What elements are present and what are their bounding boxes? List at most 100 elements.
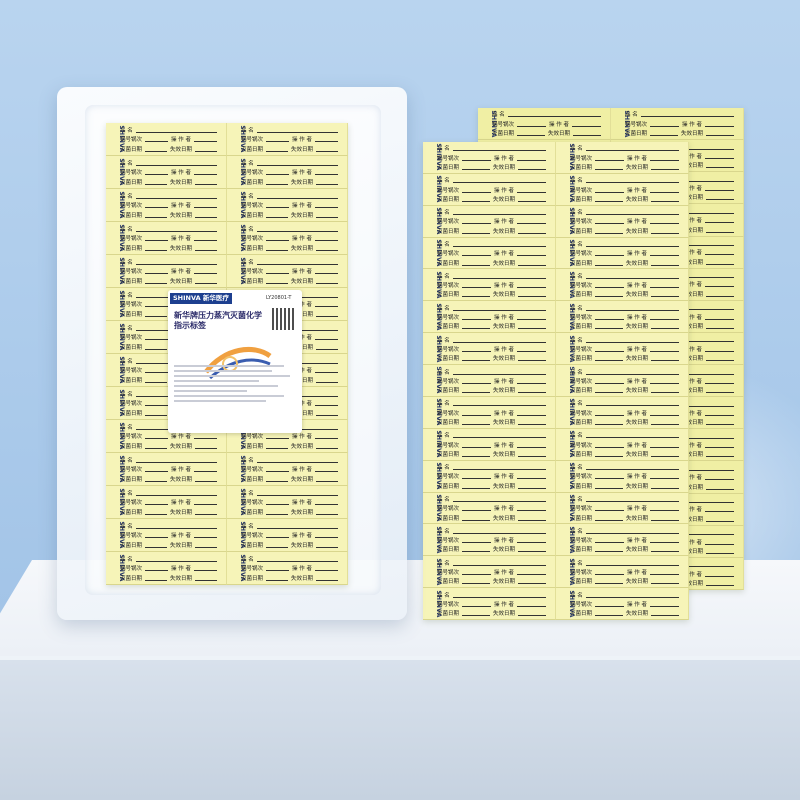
label-field: 品 名 (437, 242, 450, 249)
label-field: 操 作 者 (494, 601, 515, 608)
label-field: 品 名 (437, 592, 450, 599)
label-field: 灭菌日期 (437, 611, 460, 618)
label-blank-line (452, 246, 546, 248)
label-blank-line (316, 480, 338, 482)
label-blank-line (256, 164, 338, 166)
label-blank-line (266, 216, 288, 218)
label-blank-line (266, 513, 288, 515)
label-row: 品 名 (241, 456, 341, 464)
label-row: 灭菌日期 失效日期 (120, 145, 220, 153)
label-row: 灭菌日期 失效日期 (570, 290, 682, 298)
label-blank-line (706, 263, 734, 265)
label-field: 操 作 者 (171, 269, 192, 276)
product-photo: SHINVA 品 名锅号锅次操 作 者灭菌日期 失效日期 SHINVA 品 名锅号锅次操… (0, 0, 800, 800)
label-field: 灭菌日期 (120, 410, 143, 417)
label-field: 失效日期 (626, 483, 649, 490)
label-field: 操 作 者 (292, 170, 313, 177)
label-row: 锅号锅次 操 作 者 (437, 441, 549, 449)
label-field: 品 名 (570, 305, 583, 312)
label-row: 灭菌日期 失效日期 (120, 277, 220, 285)
label-field: 灭菌日期 (570, 164, 593, 171)
label-field: 品 名 (570, 528, 583, 535)
label-blank-line (195, 216, 217, 218)
label-blank-line (651, 168, 679, 170)
label-field: 失效日期 (493, 196, 516, 203)
label-blank-line (585, 277, 679, 279)
label-row: 锅号锅次 操 作 者 (120, 498, 220, 506)
label-row: 品 名 (241, 555, 341, 563)
label-row: 锅号锅次 操 作 者 (570, 281, 682, 289)
label-field: 锅号锅次 (437, 569, 460, 576)
label-field: 失效日期 (291, 146, 314, 153)
label-blank-line (462, 382, 492, 384)
label-blank-line (706, 520, 734, 522)
sterilization-label: SHINVA品 名锅号锅次操 作 者灭菌日期失效日期 (556, 428, 689, 461)
label-row: 品 名 (570, 399, 682, 407)
label-blank-line (517, 573, 547, 575)
label-field: 灭菌日期 (437, 356, 460, 363)
label-field: 灭菌日期 (120, 146, 143, 153)
label-field: 操 作 者 (627, 601, 648, 608)
label-blank-line (462, 223, 492, 225)
label-row: 锅号锅次 操 作 者 (120, 201, 220, 209)
label-row: 灭菌日期 失效日期 (570, 163, 682, 171)
label-field: 失效日期 (170, 476, 193, 483)
label-row: 品 名 (570, 463, 682, 471)
label-field: 锅号锅次 (241, 236, 264, 243)
label-row: 灭菌日期 失效日期 (625, 129, 737, 137)
label-blank-line (316, 414, 338, 416)
label-blank-line (462, 350, 492, 352)
label-field: 灭菌日期 (570, 483, 593, 490)
label-field: 锅号锅次 (120, 467, 143, 474)
label-field: 品 名 (437, 369, 450, 376)
label-row: 灭菌日期 失效日期 (241, 211, 341, 219)
label-field: 品 名 (570, 497, 583, 503)
label-blank-line (705, 575, 735, 577)
label-blank-line (651, 455, 679, 457)
label-blank-line (462, 296, 490, 298)
label-blank-line (585, 341, 679, 343)
label-blank-line (585, 405, 679, 407)
label-row: 灭菌日期 失效日期 (437, 195, 549, 203)
label-blank-line (452, 277, 546, 279)
label-row: 品 名 (437, 591, 549, 599)
label-field: 锅号锅次 (241, 203, 264, 210)
label-field: 操 作 者 (171, 467, 192, 474)
label-blank-line (595, 328, 623, 330)
label-blank-line (452, 150, 546, 152)
label-field: 锅号锅次 (437, 283, 460, 290)
sterilization-label: SHINVA品 名锅号锅次操 作 者灭菌日期失效日期 (106, 486, 227, 519)
label-row: 品 名 (570, 144, 682, 152)
label-field: 灭菌日期 (570, 611, 593, 618)
label-blank-line (585, 596, 679, 598)
sterilization-label: SHINVA品 名锅号锅次操 作 者灭菌日期失效日期 (423, 524, 556, 557)
label-blank-line (452, 564, 546, 566)
label-field: 锅号锅次 (570, 283, 593, 290)
label-row: 锅号锅次 操 作 者 (437, 377, 549, 385)
label-blank-line (145, 240, 169, 242)
label-blank-line (316, 513, 338, 515)
label-blank-line (315, 240, 339, 242)
label-field: 失效日期 (626, 292, 649, 299)
label-row: 灭菌日期 失效日期 (492, 129, 604, 137)
label-row: 品 名 (570, 527, 682, 535)
label-blank-line (705, 318, 735, 320)
label-field: 灭菌日期 (120, 278, 143, 285)
label-blank-line (518, 519, 546, 521)
label-blank-line (595, 350, 625, 352)
label-row: 锅号锅次 操 作 者 (570, 154, 682, 162)
label-blank-line (595, 583, 623, 585)
label-field: 品 名 (120, 523, 133, 530)
label-row: 灭菌日期 失效日期 (120, 541, 220, 549)
label-field: 品 名 (570, 178, 583, 185)
label-blank-line (650, 446, 680, 448)
label-field: 失效日期 (170, 146, 193, 153)
label-field: 失效日期 (493, 451, 516, 458)
sterilization-label: SHINVA品 名锅号锅次操 作 者灭菌日期失效日期 (106, 222, 227, 255)
label-blank-line (595, 573, 625, 575)
label-blank-line (595, 319, 625, 321)
label-blank-line (595, 191, 625, 193)
label-field: 操 作 者 (627, 442, 648, 449)
label-field: 操 作 者 (171, 566, 192, 573)
label-blank-line (518, 168, 546, 170)
